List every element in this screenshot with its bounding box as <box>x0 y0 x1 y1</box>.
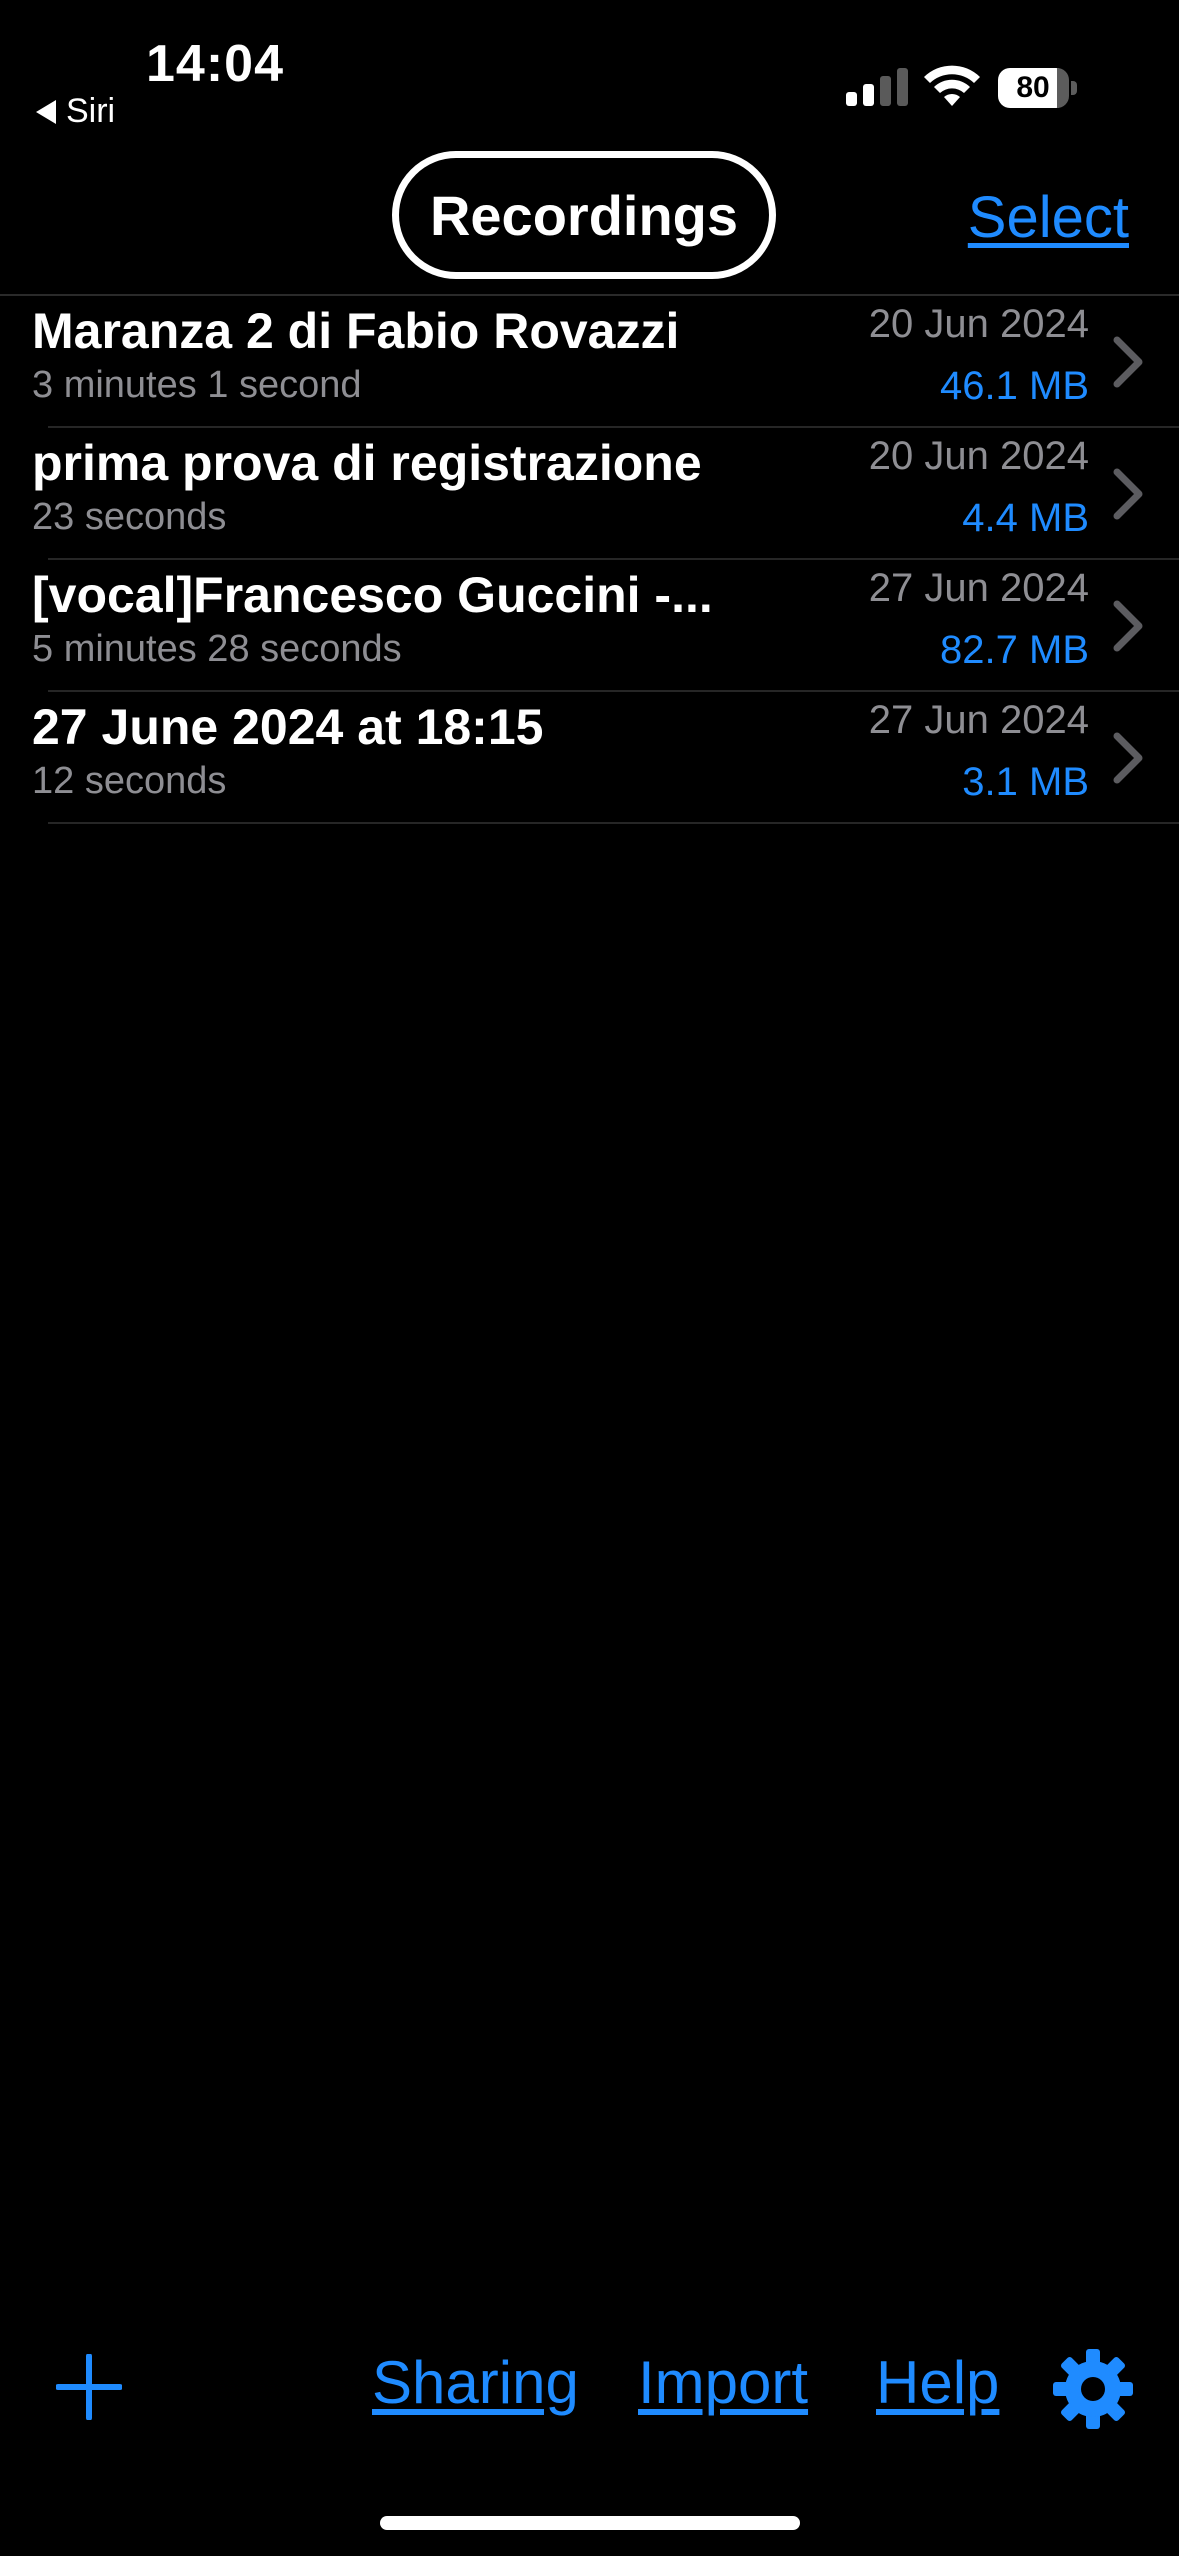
chevron-right-icon <box>1113 732 1143 784</box>
page-title: Recordings <box>392 151 776 279</box>
select-button[interactable]: Select <box>968 184 1129 251</box>
sharing-button[interactable]: Sharing <box>372 2348 579 2417</box>
recording-duration: 12 seconds <box>32 760 227 802</box>
recording-title: [vocal]Francesco Guccini -... <box>32 567 713 623</box>
recording-size: 4.4 MB <box>962 496 1089 540</box>
battery-level: 80 <box>1016 71 1050 104</box>
plus-icon <box>56 2354 122 2420</box>
battery-icon: 80 <box>998 68 1078 108</box>
wifi-icon <box>924 65 980 106</box>
recording-size: 3.1 MB <box>962 760 1089 804</box>
recordings-list: Maranza 2 di Fabio Rovazzi 3 minutes 1 s… <box>0 296 1179 824</box>
back-arrow-icon <box>36 99 56 124</box>
status-bar: 14:04 Siri 80 <box>0 0 1179 140</box>
chevron-right-icon <box>1113 468 1143 520</box>
recording-size: 82.7 MB <box>940 628 1089 672</box>
recording-duration: 3 minutes 1 second <box>32 364 362 406</box>
cellular-signal-icon <box>846 68 908 106</box>
recording-date: 20 Jun 2024 <box>868 302 1089 346</box>
back-to-siri-button[interactable]: Siri <box>36 92 115 131</box>
home-indicator[interactable] <box>380 2516 800 2530</box>
chevron-right-icon <box>1113 600 1143 652</box>
list-item[interactable]: prima prova di registrazione 23 seconds … <box>32 428 1179 560</box>
bottom-toolbar: Sharing Import Help <box>0 2330 1179 2440</box>
import-button[interactable]: Import <box>638 2348 808 2417</box>
list-item[interactable]: Maranza 2 di Fabio Rovazzi 3 minutes 1 s… <box>32 296 1179 428</box>
recording-date: 27 Jun 2024 <box>868 566 1089 610</box>
chevron-right-icon <box>1113 336 1143 388</box>
settings-button[interactable] <box>1052 2348 1134 2430</box>
gear-icon <box>1053 2349 1133 2429</box>
recording-duration: 23 seconds <box>32 496 227 538</box>
help-button[interactable]: Help <box>876 2348 999 2417</box>
back-to-siri-label: Siri <box>66 92 116 130</box>
recording-date: 20 Jun 2024 <box>868 434 1089 478</box>
recording-date: 27 Jun 2024 <box>868 698 1089 742</box>
recording-duration: 5 minutes 28 seconds <box>32 628 402 670</box>
recording-size: 46.1 MB <box>940 364 1089 408</box>
recording-title: prima prova di registrazione <box>32 435 702 491</box>
navigation-bar: Recordings Select <box>0 140 1179 296</box>
add-recording-button[interactable] <box>56 2354 122 2420</box>
recording-title: 27 June 2024 at 18:15 <box>32 699 544 755</box>
status-time: 14:04 <box>146 35 284 93</box>
recording-title: Maranza 2 di Fabio Rovazzi <box>32 303 680 359</box>
list-item[interactable]: [vocal]Francesco Guccini -... 5 minutes … <box>32 560 1179 692</box>
list-item[interactable]: 27 June 2024 at 18:15 12 seconds 27 Jun … <box>32 692 1179 824</box>
